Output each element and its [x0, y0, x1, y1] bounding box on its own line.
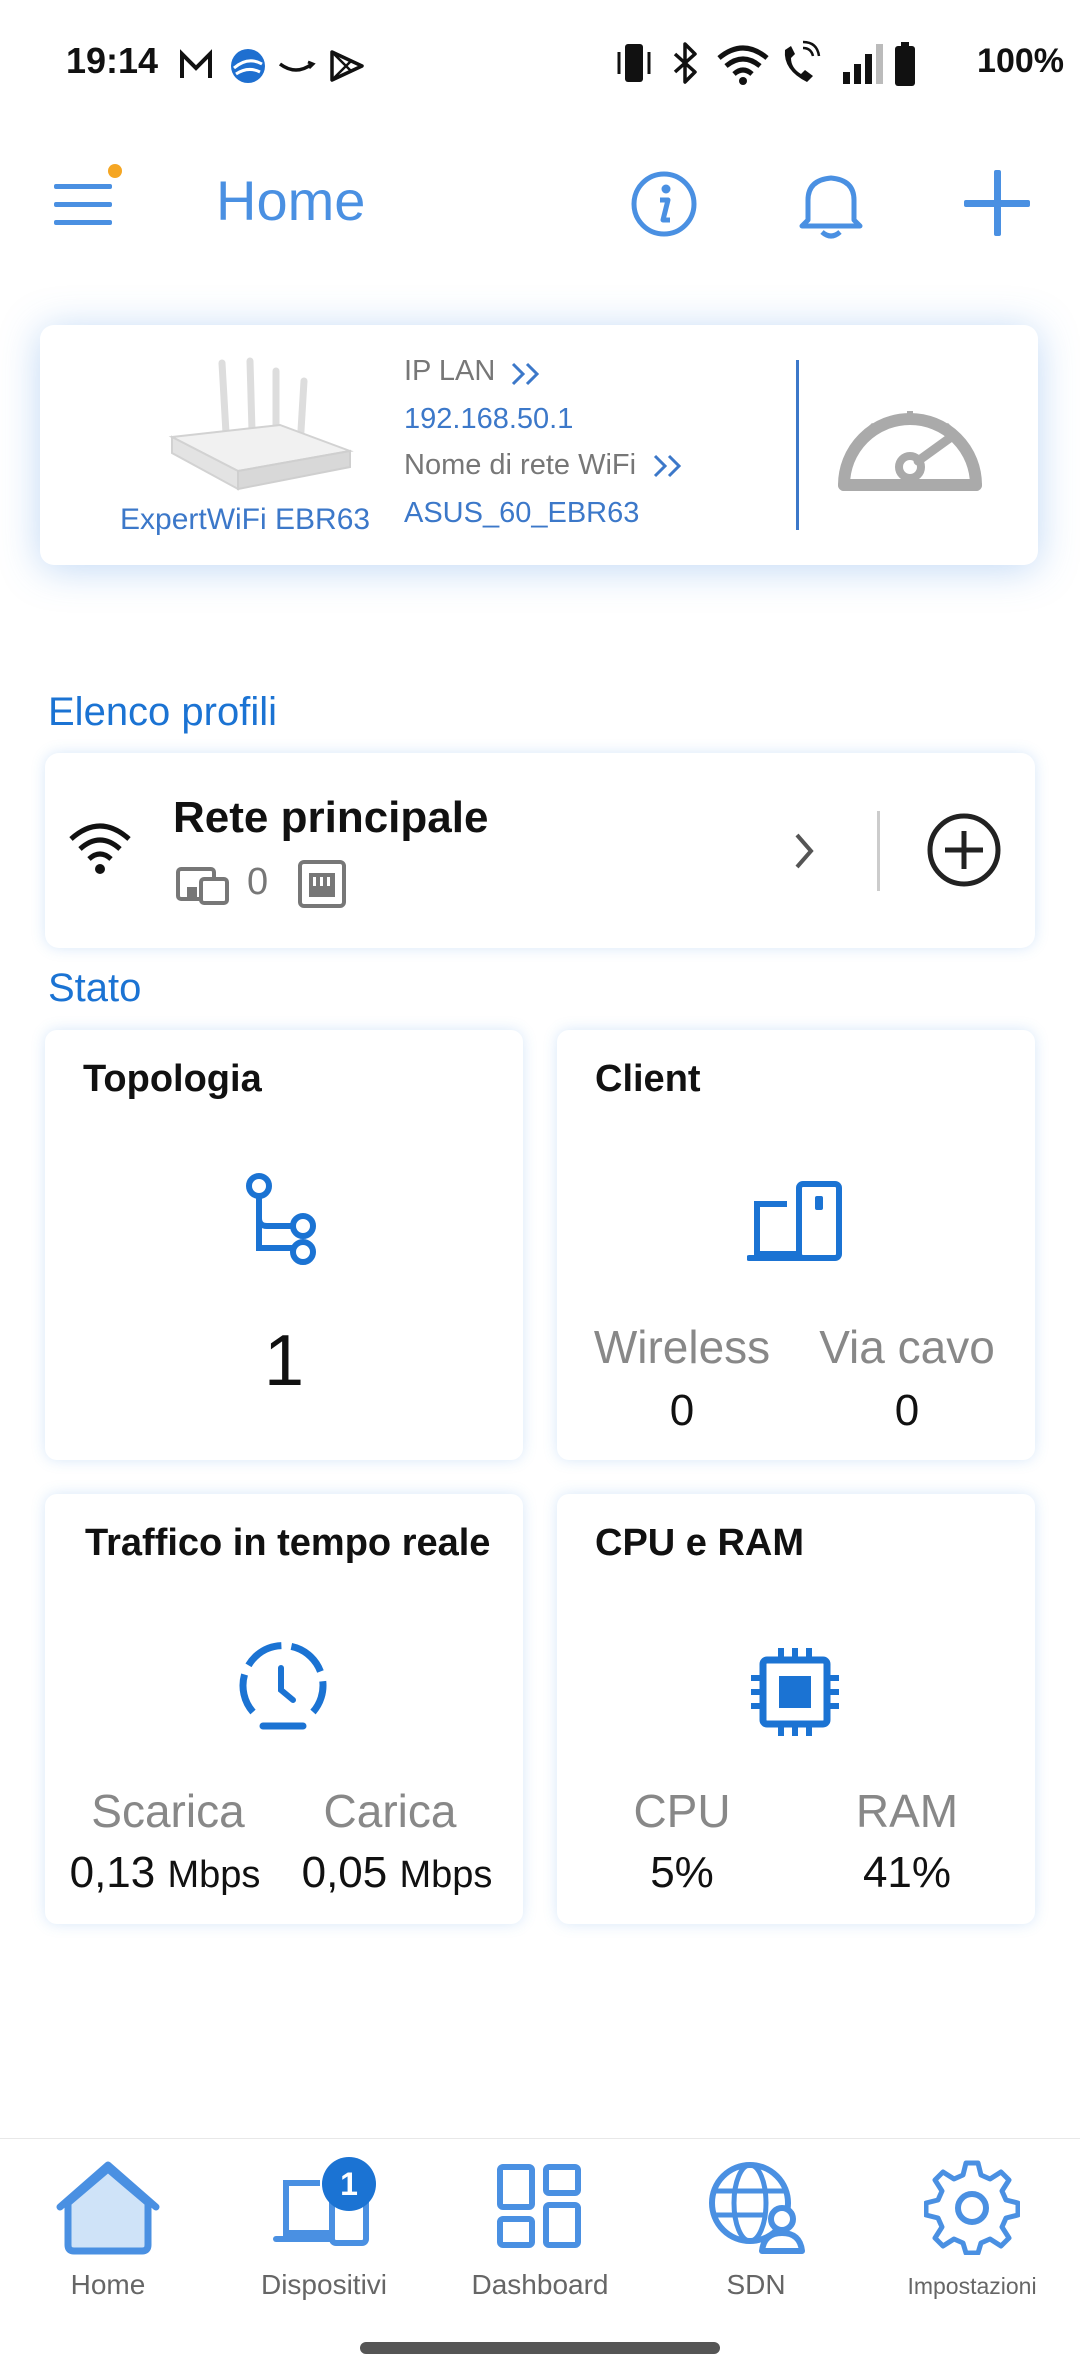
speedometer-icon[interactable]: [830, 385, 990, 495]
ram-label: RAM: [855, 1785, 959, 1837]
home-indicator[interactable]: [360, 2342, 720, 2354]
chevron-right-icon[interactable]: [793, 831, 817, 871]
add-profile-icon[interactable]: [925, 811, 1003, 889]
router-image: [168, 357, 354, 491]
home-icon: [56, 2161, 160, 2255]
nav-settings[interactable]: Impostazioni: [864, 2139, 1080, 2339]
dashboard-icon: [497, 2164, 581, 2248]
nav-dashboard-label: Dashboard: [471, 2269, 609, 2300]
wifi-calling-icon: [784, 40, 821, 82]
info-icon[interactable]: [630, 170, 698, 238]
nav-devices-label: Dispositivi: [260, 2269, 388, 2300]
wifi-icon: [69, 823, 131, 874]
clients-icon: [747, 1181, 842, 1261]
traffic-title: Traffico in tempo reale: [85, 1522, 491, 1564]
sdn-icon: [709, 2162, 805, 2254]
signal-icon: [843, 44, 883, 84]
wireless-label: Wireless: [593, 1321, 771, 1373]
upload-rate: 0,05 Mbps: [301, 1848, 493, 1897]
nav-sdn[interactable]: SDN: [648, 2139, 864, 2339]
cpu-chip-icon: [751, 1648, 839, 1736]
profiles-section-title: Elenco profili: [48, 690, 278, 734]
cpu-ram-tile[interactable]: CPU e RAM CPU 5% RAM 41%: [557, 1494, 1035, 1924]
battery-percent: 100%: [977, 42, 1064, 80]
wireless-count: 0: [669, 1386, 695, 1435]
topology-count: 1: [263, 1321, 305, 1401]
devices-small-icon: [176, 867, 229, 905]
upload-label: Carica: [323, 1785, 457, 1837]
router-model: ExpertWiFi EBR63: [120, 503, 371, 536]
notification-icons: [180, 49, 364, 83]
devices-badge: 1: [322, 2157, 376, 2211]
amazon-icon: [278, 60, 316, 72]
page-title: Home: [216, 169, 366, 232]
chevron-double-right-icon[interactable]: [510, 361, 544, 387]
cpu-label: CPU: [633, 1785, 731, 1837]
download-rate: 0,13 Mbps: [69, 1848, 261, 1897]
topology-title: Topologia: [83, 1058, 262, 1100]
traffic-tile[interactable]: Traffico in tempo reale Scarica 0,13 Mbp…: [45, 1494, 523, 1924]
menu-icon[interactable]: [54, 184, 114, 226]
client-title: Client: [595, 1058, 701, 1100]
add-icon[interactable]: [962, 168, 1032, 238]
status-time: 19:14: [66, 40, 159, 81]
nav-sdn-label: SDN: [726, 2269, 786, 2300]
wifi-name-value: ASUS_60_EBR63: [404, 497, 640, 529]
client-tile[interactable]: Client Wireless 0 Via cavo 0: [557, 1030, 1035, 1460]
wired-label: Via cavo: [819, 1321, 995, 1373]
wired-count: 0: [894, 1386, 920, 1435]
play-store-icon: [330, 50, 364, 82]
nav-settings-label: Impostazioni: [907, 2273, 1037, 2299]
app-globe-icon: [231, 49, 265, 83]
traffic-clock-icon: [239, 1642, 327, 1730]
profile-card-main[interactable]: Rete principale 0: [45, 753, 1035, 948]
ethernet-icon: [298, 860, 346, 908]
download-label: Scarica: [91, 1785, 245, 1837]
settings-icon: [924, 2160, 1020, 2255]
status-bar: 19:14 100%: [0, 0, 1080, 130]
nav-dashboard[interactable]: Dashboard: [432, 2139, 648, 2339]
topology-icon: [246, 1173, 316, 1265]
system-icons: [617, 40, 915, 86]
router-card[interactable]: ExpertWiFi EBR63 IP LAN 192.168.50.1 Nom…: [40, 325, 1038, 565]
chevron-double-right-icon[interactable]: [652, 453, 686, 479]
vibrate-icon: [617, 44, 651, 82]
router-divider: [796, 360, 799, 530]
ip-lan-label: IP LAN: [404, 355, 496, 387]
gmail-icon: [180, 49, 212, 78]
topology-tile[interactable]: Topologia 1: [45, 1030, 523, 1460]
status-section-title: Stato: [48, 966, 142, 1010]
wifi-name-label: Nome di rete WiFi: [404, 449, 637, 481]
profile-name: Rete principale: [173, 793, 489, 842]
battery-icon: [895, 42, 915, 86]
bluetooth-icon: [673, 42, 697, 84]
profile-divider: [877, 811, 880, 891]
ip-lan-value: 192.168.50.1: [404, 403, 574, 435]
ram-usage: 41%: [862, 1848, 952, 1897]
cpu-usage: 5%: [650, 1848, 714, 1897]
menu-notification-dot: [108, 164, 122, 178]
cpu-ram-title: CPU e RAM: [595, 1522, 805, 1564]
nav-devices[interactable]: 1 Dispositivi: [216, 2139, 432, 2339]
bell-icon[interactable]: [796, 168, 866, 242]
nav-home-label: Home: [70, 2269, 146, 2300]
wifi-status-icon: [717, 45, 769, 85]
profile-device-count: 0: [247, 861, 269, 903]
nav-home[interactable]: Home: [0, 2139, 216, 2339]
